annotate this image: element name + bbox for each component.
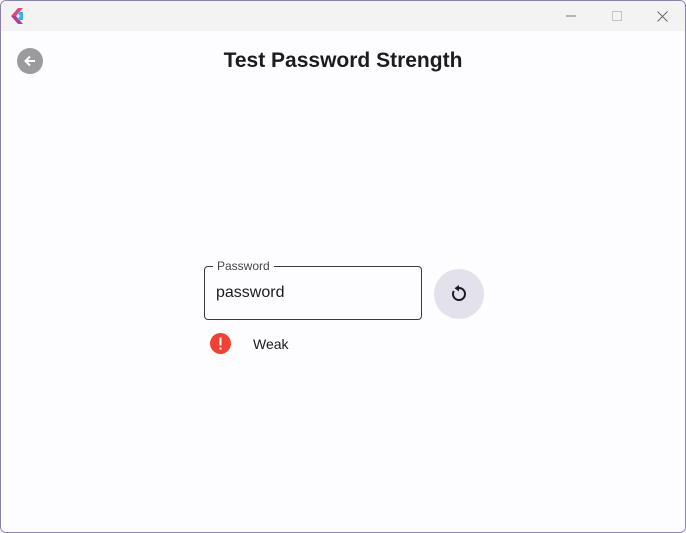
page-title: Test Password Strength: [223, 49, 463, 72]
password-field[interactable]: Password: [204, 259, 422, 320]
refresh-icon: [452, 285, 466, 301]
strength-label: Weak: [253, 336, 289, 352]
close-icon: [656, 10, 668, 22]
minimize-button[interactable]: [548, 1, 594, 31]
app-window: Test Password Strength Password Weak: [0, 0, 686, 533]
password-input[interactable]: [216, 283, 412, 303]
refresh-button[interactable]: [434, 269, 484, 319]
minimize-icon: [566, 15, 576, 17]
maximize-button[interactable]: [594, 1, 640, 31]
maximize-icon: [612, 11, 622, 21]
password-field-label: Password: [213, 259, 274, 273]
title-bar: [1, 1, 685, 31]
error-icon: [210, 333, 231, 354]
main-content: Test Password Strength Password Weak: [1, 31, 685, 532]
app-logo-icon: [11, 8, 23, 24]
close-button[interactable]: [639, 1, 685, 31]
